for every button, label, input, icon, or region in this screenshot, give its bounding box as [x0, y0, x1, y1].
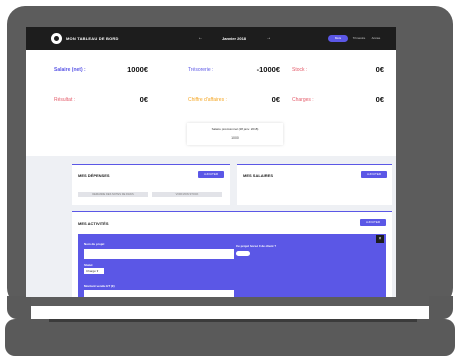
paid-toggle[interactable]: [236, 251, 250, 256]
salaries-panel: MES SALAIRES AJOUTER: [237, 164, 392, 205]
laptop-hinge-right: [429, 296, 453, 319]
stat-value: 0€: [271, 95, 280, 104]
stat-value: 0€: [375, 95, 384, 104]
project-name-input[interactable]: [84, 249, 234, 259]
stat-value: -1000€: [256, 65, 280, 74]
add-expense-button[interactable]: AJOUTER: [198, 171, 224, 178]
stat-value: 0€: [375, 65, 384, 74]
expense-report-button[interactable]: DEMANDE DES NOTES DE FRAIS: [78, 192, 148, 197]
tab-quarter[interactable]: Trimestre: [350, 35, 368, 42]
stat-label: Trésorerie :: [188, 67, 214, 73]
paid-question-label: Ce projet horsé 0 de client ?: [236, 244, 277, 248]
app-screen: MON TABLEAU DE BORD ← Janvier 2018 → Moi…: [26, 27, 396, 297]
view-stock-button[interactable]: VOIR MON STOCK: [152, 192, 222, 197]
status-label: Statut: [84, 263, 93, 267]
amount-label: Montant vendu HT (€): [84, 284, 115, 288]
salary-forecast-card: Salaire prévisionnel (28 janv. 2018) 100…: [187, 123, 283, 145]
brand-title: MON TABLEAU DE BORD: [66, 36, 119, 41]
stat-label: Chiffre d'affaires :: [188, 97, 227, 103]
top-bar: MON TABLEAU DE BORD ← Janvier 2018 → Moi…: [26, 27, 396, 50]
period-label: Janvier 2018: [222, 36, 247, 41]
add-salary-button[interactable]: AJOUTER: [361, 171, 387, 178]
activity-form: Nom du projet Ce projet horsé 0 de clien…: [78, 234, 386, 297]
chevron-right-icon[interactable]: →: [266, 35, 271, 41]
add-activity-button[interactable]: AJOUTER: [360, 219, 386, 226]
amount-input[interactable]: [84, 290, 234, 297]
expenses-title: MES DÉPENSES: [78, 173, 110, 178]
tab-year[interactable]: Année: [369, 35, 383, 42]
stat-value: 0€: [139, 95, 148, 104]
laptop-base: [5, 319, 455, 356]
stat-label: Résultat :: [54, 97, 76, 103]
chevron-left-icon[interactable]: ←: [198, 35, 203, 41]
forecast-title: Salaire prévisionnel (28 janv. 2018): [211, 127, 259, 131]
forecast-value: 1000: [231, 136, 239, 140]
laptop-groove: [49, 319, 417, 322]
stat-value: 1000€: [127, 65, 148, 74]
salaries-title: MES SALAIRES: [243, 173, 274, 178]
project-name-label: Nom du projet: [84, 242, 105, 246]
status-select[interactable]: Chargé ▾: [84, 268, 104, 274]
close-icon[interactable]: ×: [376, 235, 384, 243]
stat-label: Stock :: [292, 67, 308, 73]
logo-icon: [51, 33, 62, 44]
chevron-down-icon: ▾: [96, 269, 99, 273]
activities-title: MES ACTIVITÉS: [78, 221, 109, 226]
stat-label: Salaire (net) :: [54, 67, 86, 73]
status-select-value: Chargé: [86, 269, 96, 273]
laptop-hinge-left: [7, 296, 31, 319]
stat-label: Charges :: [292, 97, 314, 103]
expenses-panel: MES DÉPENSES AJOUTER DEMANDE DES NOTES D…: [72, 164, 230, 205]
tab-month[interactable]: Mois: [328, 35, 348, 42]
